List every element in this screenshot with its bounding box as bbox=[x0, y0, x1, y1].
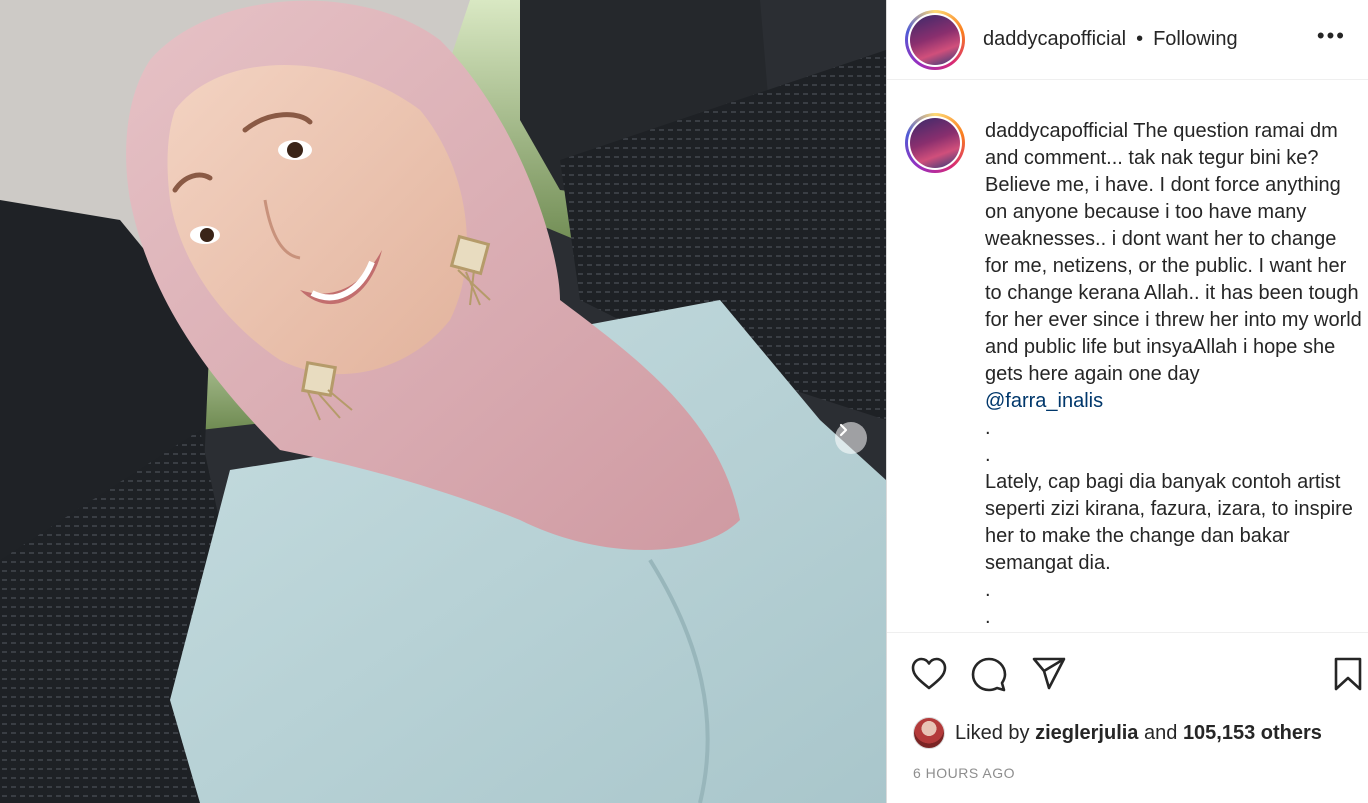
liker-avatar[interactable] bbox=[913, 717, 945, 749]
chevron-right-icon bbox=[839, 423, 848, 437]
likes-conjunction: and bbox=[1144, 721, 1178, 744]
post-photo[interactable] bbox=[0, 0, 886, 803]
instagram-post: daddycapofficial • Following ••• daddyca… bbox=[0, 0, 1368, 803]
caption-dot: . bbox=[985, 444, 991, 466]
caption-body: The question ramai dm and comment... tak… bbox=[985, 120, 1362, 385]
header-username[interactable]: daddycapofficial bbox=[983, 28, 1126, 51]
heart-icon[interactable] bbox=[911, 657, 947, 691]
post-timestamp[interactable]: 6 HOURS AGO bbox=[913, 765, 1015, 781]
caption-avatar[interactable] bbox=[905, 113, 965, 173]
bookmark-icon[interactable] bbox=[1333, 657, 1363, 691]
caption-section: daddycapofficial The question ramai dm a… bbox=[905, 97, 1364, 631]
mention-link[interactable]: @farra_inalis bbox=[985, 390, 1103, 412]
separator-dot: • bbox=[1136, 28, 1144, 50]
next-photo-button[interactable] bbox=[835, 422, 867, 454]
likes-summary: Liked by zieglerjulia and 105,153 others bbox=[913, 717, 1322, 749]
post-sidebar: daddycapofficial • Following ••• daddyca… bbox=[886, 0, 1368, 803]
more-options-button[interactable]: ••• bbox=[1317, 25, 1346, 47]
likes-prefix: Liked by bbox=[955, 721, 1030, 744]
liker-username[interactable]: zieglerjulia bbox=[1035, 722, 1138, 745]
caption-username[interactable]: daddycapofficial bbox=[985, 120, 1128, 142]
caption-text: daddycapofficial The question ramai dm a… bbox=[985, 118, 1364, 631]
caption-dot: . bbox=[985, 606, 991, 628]
likes-count[interactable]: 105,153 others bbox=[1183, 722, 1322, 745]
profile-picture bbox=[910, 14, 960, 65]
send-icon[interactable] bbox=[1031, 657, 1067, 691]
comment-icon[interactable] bbox=[971, 657, 1007, 693]
caption-dot: . bbox=[985, 417, 991, 439]
following-button[interactable]: Following bbox=[1153, 28, 1237, 51]
profile-picture bbox=[910, 118, 960, 168]
action-bar bbox=[887, 632, 1368, 713]
avatar[interactable] bbox=[905, 9, 965, 70]
caption-dot: . bbox=[985, 579, 991, 601]
caption-body-continued: Lately, cap bagi dia banyak contoh artis… bbox=[985, 471, 1353, 574]
selfie-illustration bbox=[0, 0, 886, 803]
post-header: daddycapofficial • Following ••• bbox=[887, 0, 1368, 80]
